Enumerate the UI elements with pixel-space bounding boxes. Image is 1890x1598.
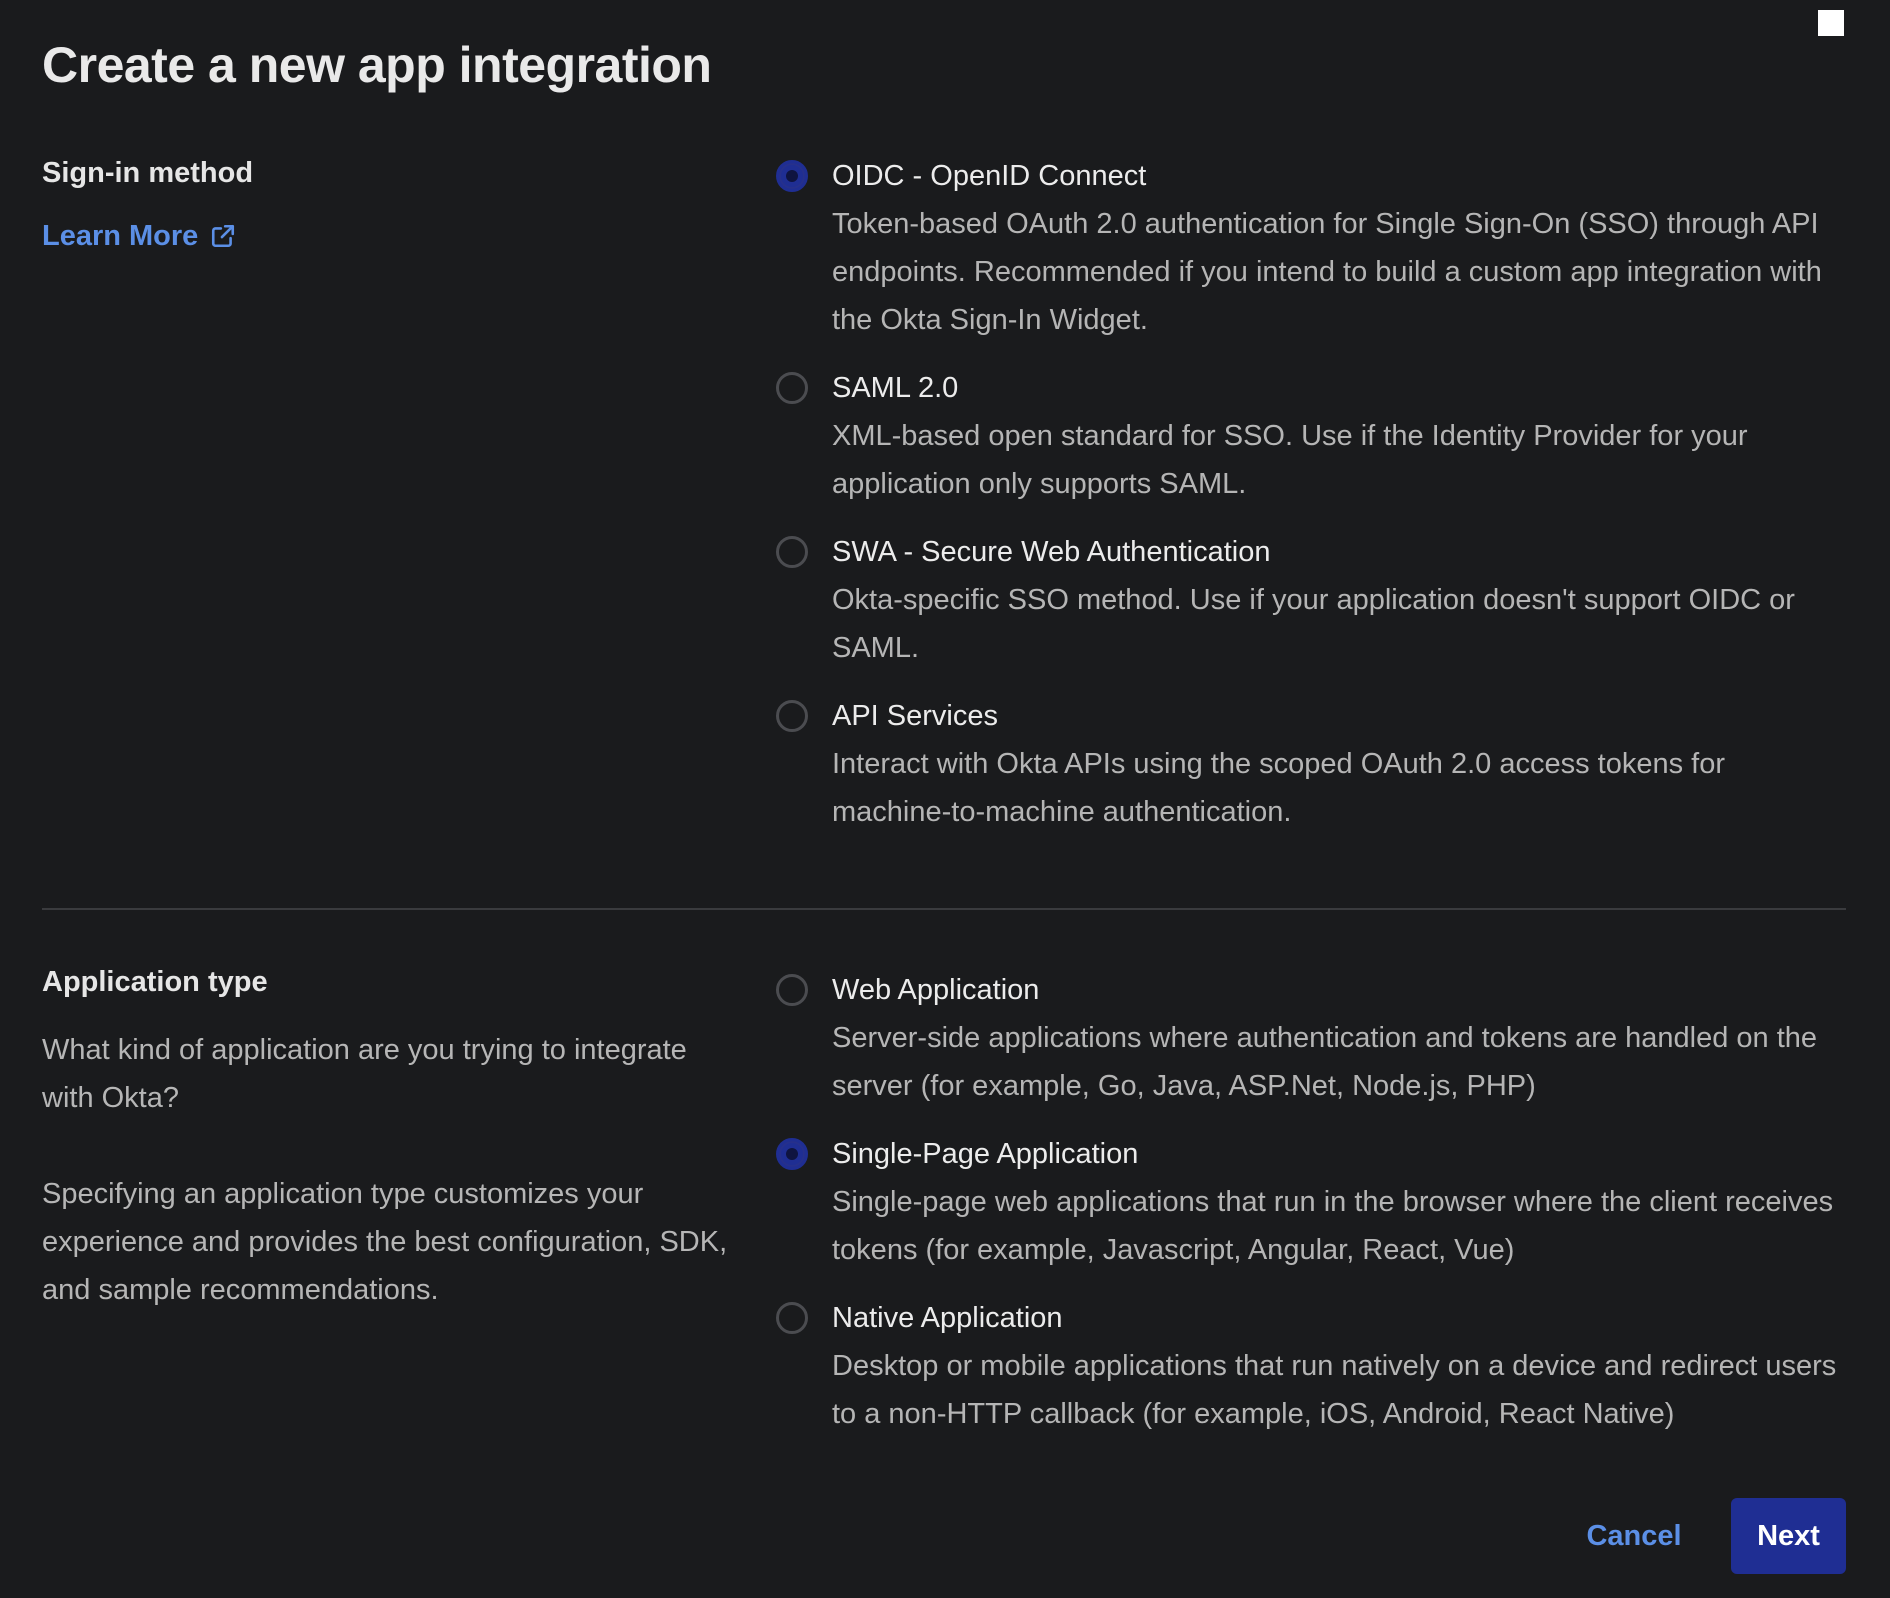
option-description: Desktop or mobile applications that run … xyxy=(832,1350,1837,1430)
option-title: Native Application xyxy=(832,1302,1063,1334)
radio-saml[interactable] xyxy=(776,372,808,404)
learn-more-label: Learn More xyxy=(42,220,199,252)
option-description: Server-side applications where authentic… xyxy=(832,1022,1818,1102)
option-title: OIDC - OpenID Connect xyxy=(832,160,1147,192)
app-integration-dialog: Create a new app integration Sign-in met… xyxy=(0,0,1890,1598)
option-description: Okta-specific SSO method. Use if your ap… xyxy=(832,584,1795,664)
radio-native-application[interactable] xyxy=(776,1302,808,1334)
option-title: API Services xyxy=(832,700,998,732)
radio-oidc-selected[interactable] xyxy=(776,160,808,192)
option-title: Single-Page Application xyxy=(832,1138,1139,1170)
application-type-question: What kind of application are you trying … xyxy=(42,1034,687,1114)
option-title: Web Application xyxy=(832,974,1040,1006)
radio-api-services[interactable] xyxy=(776,700,808,732)
option-description: Interact with Okta APIs using the scoped… xyxy=(832,748,1726,828)
learn-more-link[interactable]: Learn More xyxy=(42,218,236,254)
cancel-button[interactable]: Cancel xyxy=(1570,1498,1698,1574)
page-title: Create a new app integration xyxy=(42,37,712,93)
option-description: Token-based OAuth 2.0 authentication for… xyxy=(832,208,1822,336)
sign-in-method-label: Sign-in method xyxy=(42,157,254,189)
option-description: Single-page web applications that run in… xyxy=(832,1186,1834,1266)
radio-web-application[interactable] xyxy=(776,974,808,1006)
section-divider xyxy=(42,908,1846,910)
close-icon[interactable] xyxy=(1818,10,1844,36)
option-description: XML-based open standard for SSO. Use if … xyxy=(832,420,1748,500)
option-title: SWA - Secure Web Authentication xyxy=(832,536,1271,568)
application-type-explanation: Specifying an application type customize… xyxy=(42,1178,728,1306)
external-link-icon xyxy=(210,223,236,249)
application-type-label: Application type xyxy=(42,966,268,998)
radio-single-page-application-selected[interactable] xyxy=(776,1138,808,1170)
radio-swa[interactable] xyxy=(776,536,808,568)
option-title: SAML 2.0 xyxy=(832,372,959,404)
next-button[interactable]: Next xyxy=(1731,1498,1846,1574)
